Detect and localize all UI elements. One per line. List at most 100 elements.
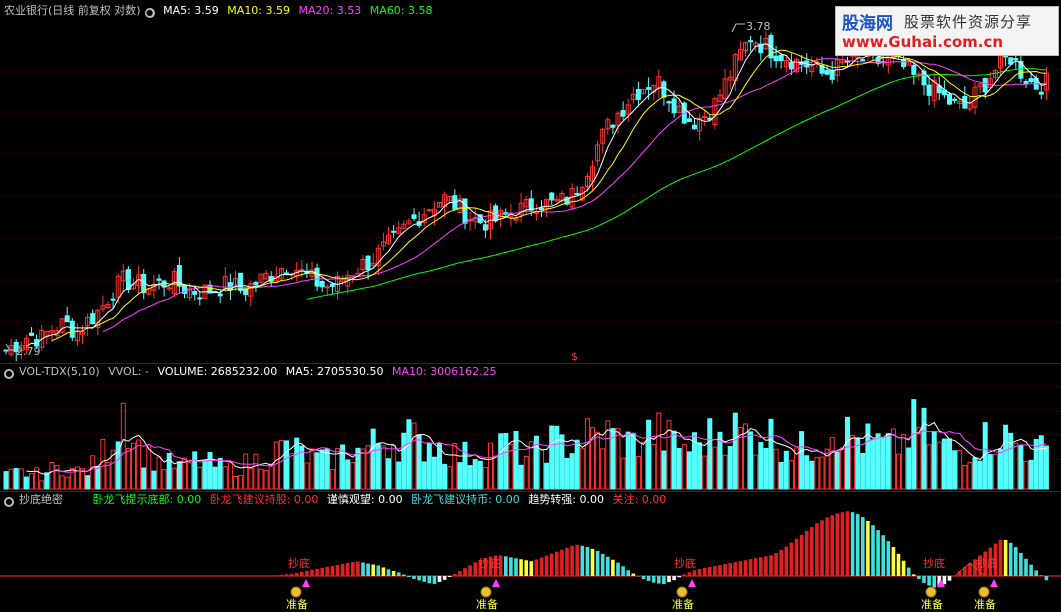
volume-bar <box>620 457 626 490</box>
indicator-bar <box>580 545 585 576</box>
candle-body <box>29 332 34 336</box>
volume-bar <box>656 412 662 490</box>
logo-url: www.Guhai.com.cn <box>842 33 1004 51</box>
volume-bar <box>176 461 182 490</box>
volume-bar <box>391 445 397 490</box>
volume-chart <box>0 386 1061 490</box>
indicator-bar <box>810 527 814 576</box>
indicator-bar <box>458 571 462 576</box>
volume-bar <box>54 465 60 490</box>
indicator-bar <box>315 568 319 576</box>
indicator-bar <box>748 559 753 576</box>
candle-body <box>314 267 320 287</box>
indicator-bar <box>412 576 416 579</box>
settings-dot-icon[interactable]: ● <box>4 497 14 507</box>
volume-bar <box>136 439 142 490</box>
candle-body <box>549 192 555 201</box>
volume-bar <box>579 448 585 490</box>
indicator-bar <box>896 553 901 576</box>
volume-bar <box>712 446 718 490</box>
settings-dot-icon[interactable]: ● <box>144 8 155 18</box>
indicator-bar <box>335 564 340 576</box>
ind-f3: 谨慎观望: 0.00 <box>326 493 403 506</box>
volume-bar <box>488 442 493 490</box>
indicator-bar <box>611 559 615 576</box>
volume-bar <box>819 456 825 490</box>
indicator-bar <box>927 576 931 586</box>
indicator-bar <box>753 558 758 576</box>
indicator-bar <box>912 574 916 576</box>
volume-bar <box>921 407 927 490</box>
indicator-bar <box>549 553 554 576</box>
candle-body <box>1013 58 1019 61</box>
volume-bar <box>722 454 728 490</box>
price-header: 农业银行(日线 前复权 对数) ● MA5: 3.59 MA10: 3.59 MA… <box>4 4 437 18</box>
volume-bar <box>498 433 504 490</box>
candle-body <box>926 84 932 96</box>
indicator-bar <box>432 576 437 584</box>
volume-bar <box>452 442 458 490</box>
volume-bar <box>161 469 167 490</box>
candle-body <box>778 54 784 62</box>
indicator-bar <box>544 555 549 576</box>
indicator-bar <box>310 569 314 576</box>
indicator-bar <box>371 564 375 576</box>
indicator-bar <box>422 576 426 582</box>
volume-bar <box>467 465 473 490</box>
volume-bar <box>1018 445 1024 490</box>
indicator-bar <box>560 549 564 576</box>
volume-bar <box>1043 445 1049 490</box>
volume-bar <box>18 468 24 490</box>
candle-body <box>845 60 850 63</box>
chaodi-annotation: 抄底 <box>288 557 310 570</box>
indicator-bar <box>565 547 569 576</box>
volume-bar <box>447 466 453 490</box>
indicator-bar <box>595 550 600 576</box>
volume-bar <box>574 439 580 490</box>
candle-body <box>686 118 692 122</box>
volume-bar <box>671 430 677 490</box>
volume-bar <box>202 459 208 490</box>
volume-bar <box>778 461 784 490</box>
settings-dot-icon[interactable]: ● <box>4 369 14 379</box>
volume-bar <box>1028 459 1034 490</box>
indicator-bar <box>850 512 855 576</box>
indicator-bar <box>825 517 829 576</box>
volume-bar <box>681 443 687 490</box>
logo-slogan: 股票软件资源分享 <box>904 13 1033 31</box>
volume-bar <box>834 451 840 490</box>
volume-bar <box>304 462 310 490</box>
up-arrow-icon <box>990 579 998 587</box>
volume-bar <box>350 461 356 490</box>
volume-bar <box>957 449 963 490</box>
ma5-label: MA5: 3.59 <box>163 4 219 17</box>
volume-bar <box>850 434 856 490</box>
candle-body <box>365 255 371 270</box>
indicator-bar <box>386 569 391 576</box>
volume-bar <box>95 465 101 490</box>
indicator-bar <box>340 563 345 576</box>
indicator-bar <box>575 544 579 576</box>
up-arrow-icon <box>492 579 500 587</box>
volume-bar <box>686 451 692 490</box>
indicator-bar <box>881 535 885 576</box>
candle-body <box>661 81 667 98</box>
candle-body <box>671 98 677 114</box>
indicator-bar <box>534 559 539 576</box>
ma10-line <box>51 49 1047 341</box>
indicator-bar <box>743 560 748 576</box>
candle-body <box>426 209 432 212</box>
volume-bar <box>294 437 300 490</box>
indicator-bar <box>396 572 401 576</box>
candle-body <box>462 198 468 224</box>
volume-bar <box>233 476 238 490</box>
volume-bar <box>753 454 759 490</box>
candle-body <box>788 62 794 70</box>
indicator-bar <box>779 550 783 576</box>
candle-body <box>411 214 417 219</box>
volume-bar <box>29 473 34 490</box>
indicator-bar <box>463 568 467 576</box>
indicator-bar <box>657 576 661 584</box>
indicator-bar <box>799 534 804 576</box>
candle-body <box>493 205 499 222</box>
